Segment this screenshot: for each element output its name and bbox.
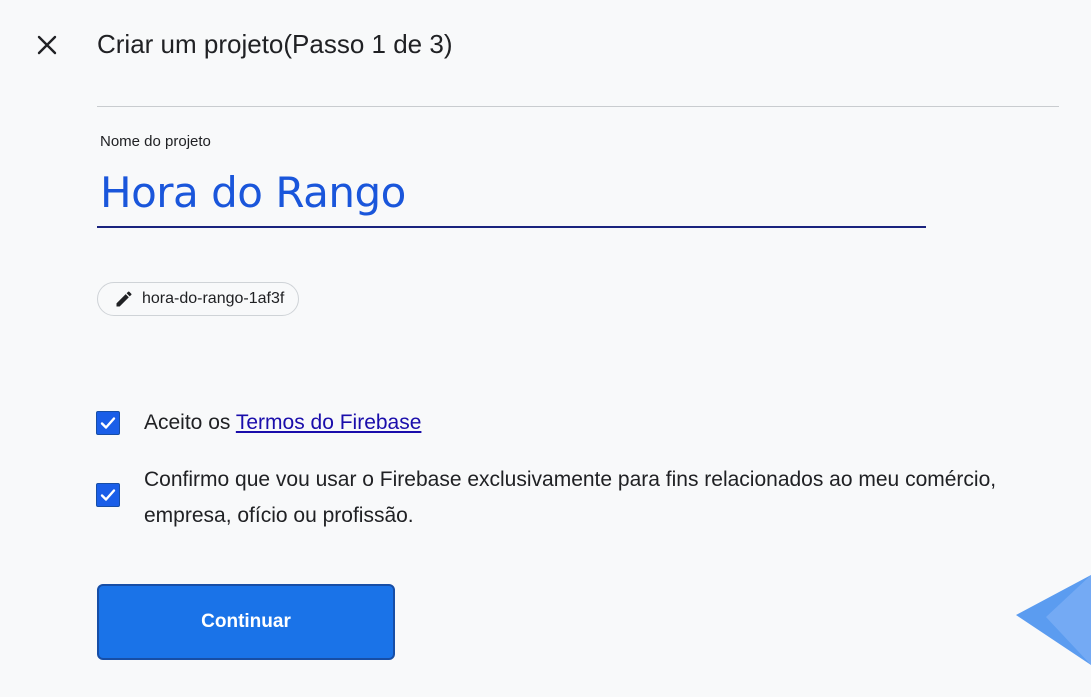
checkmark-icon (100, 417, 116, 429)
confirm-usage-text: Confirmo que vou usar o Firebase exclusi… (144, 468, 997, 527)
header-divider (97, 106, 1059, 107)
project-name-input[interactable] (97, 158, 926, 228)
decorative-triangle-graphic (1016, 575, 1091, 665)
close-icon (37, 35, 57, 55)
page-title: Criar um projeto(Passo 1 de 3) (97, 29, 453, 59)
accept-terms-text: Aceito os Termos do Firebase (144, 405, 421, 441)
confirm-usage-row: Confirmo que vou usar o Firebase exclusi… (96, 462, 1056, 534)
project-id-text: hora-do-rango-1af3f (142, 290, 285, 307)
continue-button[interactable]: Continuar (97, 584, 395, 660)
checkmark-icon (100, 489, 116, 501)
project-name-label: Nome do projeto (100, 133, 211, 150)
firebase-terms-link[interactable]: Termos do Firebase (236, 411, 422, 434)
confirm-usage-checkbox[interactable] (96, 483, 120, 507)
pencil-icon (116, 291, 132, 307)
create-project-page: Criar um projeto(Passo 1 de 3) Nome do p… (0, 0, 1091, 697)
project-id-chip[interactable]: hora-do-rango-1af3f (97, 282, 300, 316)
accept-terms-checkbox[interactable] (96, 411, 120, 435)
accept-terms-prefix: Aceito os (144, 411, 236, 434)
accept-terms-row: Aceito os Termos do Firebase (96, 405, 421, 441)
close-button[interactable] (28, 26, 66, 64)
